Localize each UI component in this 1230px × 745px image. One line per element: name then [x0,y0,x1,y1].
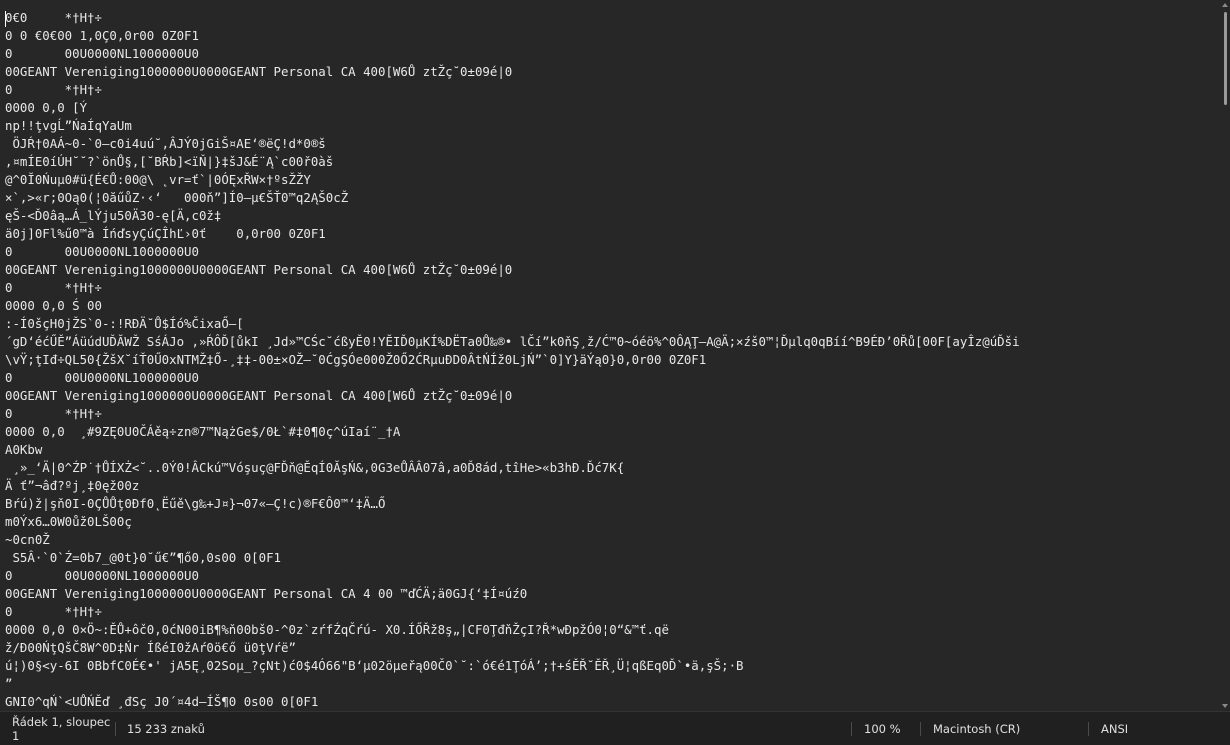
text-line[interactable]: ä0j]0Fl%ű0™à ÍńďsyÇúÇÎhĽ›0ť 0,0r00 0Z0F1 [5,225,1218,243]
text-line[interactable]: 0000 0,0 ¸#9ZĘ0U0ČÁěą÷zn®7™NążGe$/0Ł`#‡0… [5,423,1218,441]
text-editor[interactable]: 0€0 *†H†÷ 0 0 €0€00 1,0Ç0,0r00 0Z0F1 0 00U… [0,0,1230,711]
text-line[interactable]: ¸»_‘Ä|0^ŹP˙†ŮÍXŻ<˘..0Ý0!ÂCkú™Vóşuç@FĎň@Ě… [5,459,1218,477]
text-line[interactable]: ú¦)0§<y-6I 0BbfC0É€•' jA5Ę¸02Soµ_?çNt)ć0… [5,657,1218,675]
encoding[interactable]: ANSI [1089,712,1230,745]
text-line[interactable]: 0 00U0000NL1000000U0 [5,369,1218,387]
text-line[interactable]: GNI0^qŃ`<UŮŃĚď ¸đSç J0´¤4d—ÍŠ¶0 0s00 0[0… [5,693,1218,711]
text-line[interactable]: ×`,>«r;0Oą0(¦0ăűůZ·‹‘ 000ň”]Í0—µ€ŠŤ0™q2Ą… [5,189,1218,207]
text-line[interactable]: Ä ť”¬âđ?ºj¸‡0ęž00z [5,477,1218,495]
character-count: 15 233 znaků [127,721,205,736]
text-caret [5,11,6,27]
text-line[interactable]: \vŸ;ţIđ÷QL50{ŽšX˘íŤ0Ű0xNTMŽ‡Ő-¸‡‡-00±×OŽ… [5,351,1218,369]
text-line[interactable]: ” [5,675,1218,693]
text-line[interactable]: np!!ţvgĹ”ŃaÍqYaUm [5,117,1218,135]
text-line[interactable]: 0 00U0000NL1000000U0 [5,243,1218,261]
text-line[interactable]: S5Â·`0`Ź=0b7_@0t}0˘ű€”¶ő0,0s00 0[0F1 [5,549,1218,567]
scroll-thumb[interactable] [1224,12,1227,105]
scroll-up-icon[interactable] [1222,3,1228,7]
text-line[interactable]: 0 00U0000NL1000000U0 [5,45,1218,63]
text-line[interactable]: 0000 0,0 0×Ö~:ĚŮ+ôč0,0ćN00iB¶%ň00bš0-^0z… [5,621,1218,639]
text-line[interactable]: ´gD‘éćŰĚ”ÁüúdUĎĂWŽ SśÁJo ,»ŔÔĎ[ůkI ¸Jd»™… [5,333,1218,351]
text-line[interactable]: 0000 0,0 [Ý [5,99,1218,117]
document-text-area[interactable]: 0€0 *†H†÷ 0 0 €0€00 1,0Ç0,0r00 0Z0F1 0 00U… [0,9,1218,711]
text-line[interactable]: 0 00U0000NL1000000U0 [5,567,1218,585]
text-line[interactable]: 00GEANT Vereniging1000000U0000GEANT Pers… [5,261,1218,279]
text-line[interactable]: 0 *†H†÷ [5,603,1218,621]
status-bar: Řádek 1, sloupec 1 15 233 znaků 100 % Ma… [0,711,1230,745]
text-line[interactable]: 0 0 €0€00 1,0Ç0,0r00 0Z0F1 [5,27,1218,45]
zoom-level[interactable]: 100 % [852,712,920,745]
text-line[interactable]: Bŕú)ž|şň0I-0ÇŮŮţ0Đf0˛Ëűě\g‰+J¤}¬07«–Ç!c)… [5,495,1218,513]
text-line[interactable]: m0Ýx6…0W0ůž0LŠ00ç [5,513,1218,531]
text-line[interactable]: 0€0 *†H†÷ [5,9,1218,27]
text-line[interactable]: 0 *†H†÷ [5,279,1218,297]
line-ending[interactable]: Macintosh (CR) [921,712,1088,745]
text-line[interactable]: ÖJŔ†0AÁ~0-`0—c0i4uú˘,ÂJÝ0jGiŠ¤AE‘®ëÇ!d*0… [5,135,1218,153]
text-line[interactable]: ,¤mÍE0íÚH˘˘?`önŮ§,[˘BŔb]<ïŇ|}‡šJ&É¨Ą`c00… [5,153,1218,171]
cursor-position[interactable]: Řádek 1, sloupec 1 [0,712,115,745]
text-line[interactable]: ž/Đ00ŃţQšČ8W^0D‡Ńr ÍßéI0žAŕ0ö€ő ü0ţVŕë” [5,639,1218,657]
text-line[interactable]: ęŠ-<Ď0âą…Á_lÝju50Ä30-ę[Ä,c0ž‡ [5,207,1218,225]
text-line[interactable]: 00GEANT Vereniging1000000U0000GEANT Pers… [5,63,1218,81]
text-line[interactable]: 00GEANT Vereniging1000000U0000GEANT Pers… [5,585,1218,603]
text-line[interactable]: A0Kbw [5,441,1218,459]
vertical-scrollbar[interactable] [1218,0,1230,711]
text-line[interactable]: :-Í0šçH0jŽS`0-:!RĐÄ˘Ů$Íó%ČixaŐ–[ [5,315,1218,333]
scroll-down-icon[interactable] [1222,704,1228,708]
text-line[interactable]: 00GEANT Vereniging1000000U0000GEANT Pers… [5,387,1218,405]
text-line[interactable]: 0 *†H†÷ [5,405,1218,423]
text-line[interactable]: ~0cn0Ž [5,531,1218,549]
text-line[interactable]: 0000 0,0 Ś 00 [5,297,1218,315]
text-line[interactable]: 0 *†H†÷ [5,81,1218,99]
text-line[interactable]: @^0Ĭ0Ńuµ0#ü{É€Ů:00@\ ˛vr=ť`|0ÓĘxŘW×†ºsŽŽ… [5,171,1218,189]
